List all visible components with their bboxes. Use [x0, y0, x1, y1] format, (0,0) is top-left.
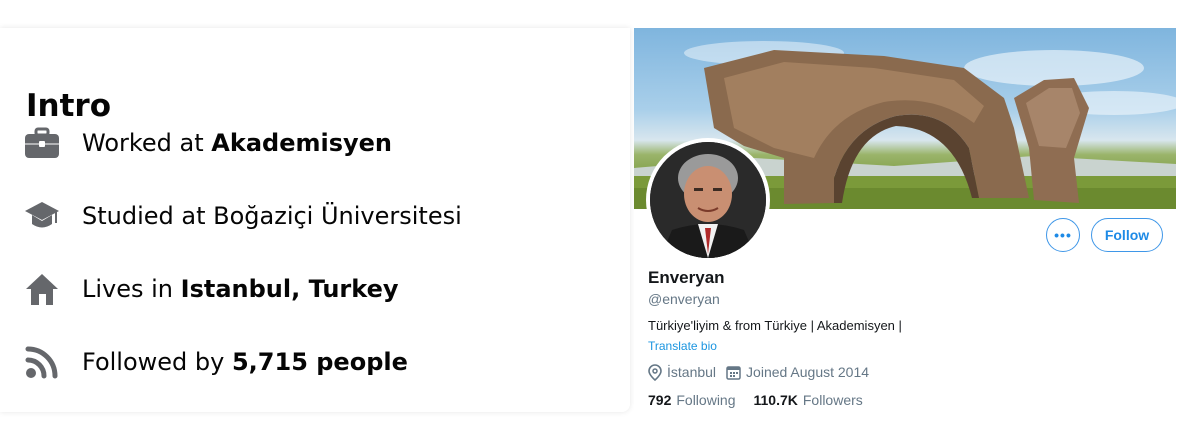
followers-label: Followers: [802, 392, 863, 408]
followers-link[interactable]: 110.7K Followers: [754, 392, 863, 408]
calendar-icon: [726, 365, 741, 380]
avatar-photo: [650, 142, 766, 258]
profile-handle: @enveryan: [648, 291, 720, 307]
profile-joined: Joined August 2014: [726, 364, 869, 380]
location-pin-icon: [648, 363, 662, 381]
intro-row-followers: Followed by 5,715 people: [24, 342, 408, 382]
location-text: İstanbul: [667, 364, 717, 380]
more-options-button[interactable]: •••: [1046, 218, 1080, 252]
intro-title: Intro: [26, 88, 112, 124]
intro-work-text: Worked at Akademisyen: [82, 129, 393, 157]
translate-bio-link[interactable]: Translate bio: [648, 339, 717, 353]
followers-count: 110.7K: [753, 392, 798, 408]
briefcase-icon: [24, 125, 60, 161]
profile-bio: Türkiye'liyim & from Türkiye | Akademisy…: [648, 318, 902, 333]
profile-meta: İstanbul Joined August 2014: [648, 362, 879, 382]
intro-card: Intro Worked at Akademisyen Studied at B…: [0, 28, 630, 412]
intro-location-text: Lives in Istanbul, Turkey: [82, 275, 399, 303]
profile-avatar[interactable]: [646, 138, 770, 262]
follow-button[interactable]: Follow: [1091, 218, 1163, 252]
intro-row-education: Studied at Boğaziçi Üniversitesi: [24, 196, 462, 236]
profile-name: Enveryan: [648, 268, 725, 287]
home-icon: [24, 271, 60, 307]
twitter-profile-card: ••• Follow Enveryan @enveryan Türkiye'li…: [634, 28, 1176, 412]
following-label: Following: [676, 392, 736, 408]
intro-followers-text: Followed by 5,715 people: [82, 348, 408, 376]
following-count: 792: [648, 392, 672, 408]
profile-stats: 792 Following 110.7K Followers: [648, 390, 881, 410]
joined-text: Joined August 2014: [746, 364, 870, 380]
graduation-cap-icon: [24, 198, 60, 234]
following-link[interactable]: 792 Following: [648, 392, 736, 408]
intro-row-work: Worked at Akademisyen: [24, 123, 392, 163]
profile-location: İstanbul: [648, 363, 717, 381]
intro-education-text: Studied at Boğaziçi Üniversitesi: [82, 202, 462, 230]
intro-row-location: Lives in Istanbul, Turkey: [24, 269, 398, 309]
rss-feed-icon: [24, 344, 60, 380]
